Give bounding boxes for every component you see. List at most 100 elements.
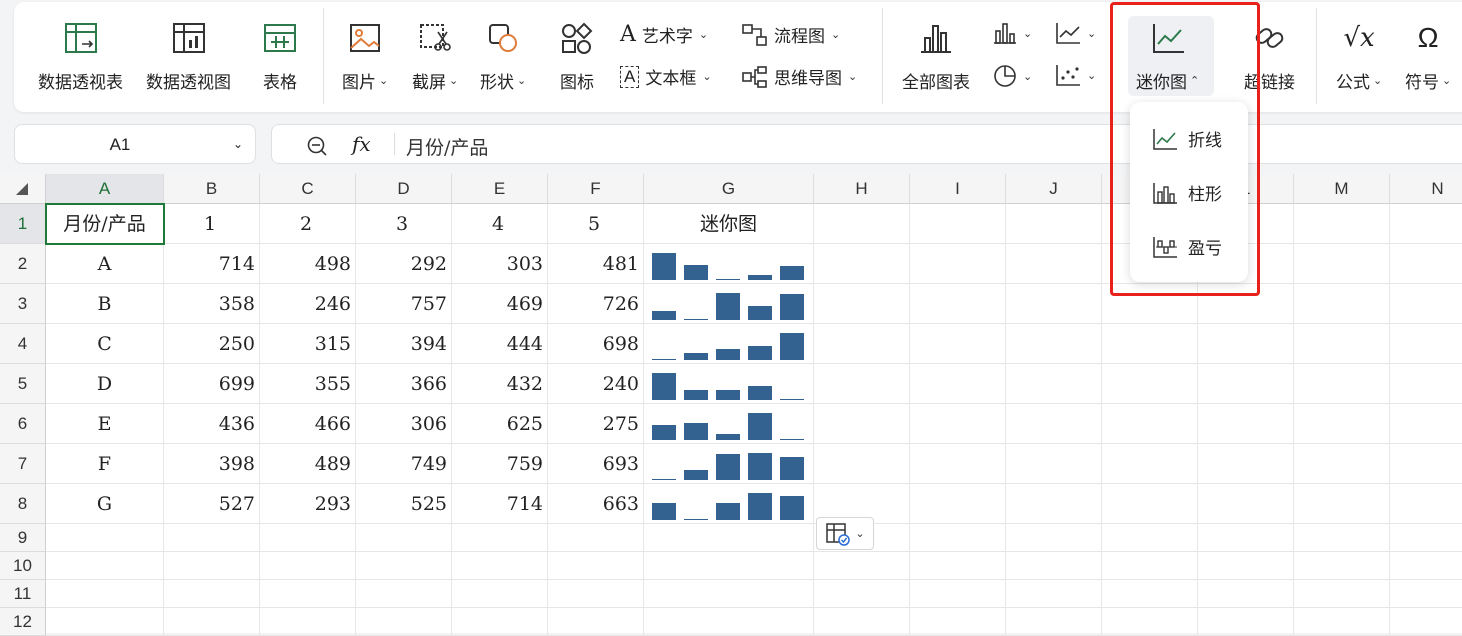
cell[interactable] bbox=[1006, 284, 1102, 324]
cell[interactable] bbox=[814, 444, 910, 484]
pivot-chart-button[interactable]: 数据透视图 bbox=[146, 18, 231, 93]
cell[interactable] bbox=[46, 552, 164, 580]
row-header-11[interactable]: 11 bbox=[0, 580, 46, 608]
cell[interactable] bbox=[644, 552, 814, 580]
cell[interactable] bbox=[1390, 524, 1462, 552]
row-header-6[interactable]: 6 bbox=[0, 404, 46, 444]
column-header-i[interactable]: I bbox=[910, 174, 1006, 204]
cell[interactable]: 3 bbox=[356, 204, 452, 244]
cell[interactable] bbox=[1102, 444, 1198, 484]
column-header-j[interactable]: J bbox=[1006, 174, 1102, 204]
cell[interactable]: 293 bbox=[260, 484, 356, 524]
cell[interactable] bbox=[1390, 324, 1462, 364]
fx-icon[interactable]: fx bbox=[352, 132, 371, 156]
cell[interactable] bbox=[1294, 484, 1390, 524]
column-header-e[interactable]: E bbox=[452, 174, 548, 204]
cell[interactable]: 527 bbox=[164, 484, 260, 524]
column-header-h[interactable]: H bbox=[814, 174, 910, 204]
column-header-f[interactable]: F bbox=[548, 174, 644, 204]
column-header-g[interactable]: G bbox=[644, 174, 814, 204]
cell[interactable] bbox=[356, 608, 452, 636]
cell[interactable] bbox=[1102, 524, 1198, 552]
cell[interactable]: 398 bbox=[164, 444, 260, 484]
cell[interactable] bbox=[1390, 284, 1462, 324]
row-header-7[interactable]: 7 bbox=[0, 444, 46, 484]
cell[interactable]: 240 bbox=[548, 364, 644, 404]
row-header-9[interactable]: 9 bbox=[0, 524, 46, 552]
shape-button[interactable]: 形状 ⌄ bbox=[480, 18, 526, 93]
cell[interactable]: 714 bbox=[164, 244, 260, 284]
cell[interactable] bbox=[1198, 364, 1294, 404]
scatter-chart-button[interactable]: ⌄ bbox=[1055, 64, 1096, 86]
cell[interactable] bbox=[1006, 444, 1102, 484]
formula-input[interactable]: 月份/产品 bbox=[406, 133, 488, 160]
cell[interactable] bbox=[814, 404, 910, 444]
cell[interactable] bbox=[548, 608, 644, 636]
cell[interactable] bbox=[814, 244, 910, 284]
cell[interactable] bbox=[356, 552, 452, 580]
cell[interactable] bbox=[1390, 404, 1462, 444]
cell[interactable] bbox=[1390, 444, 1462, 484]
cell[interactable] bbox=[910, 580, 1006, 608]
cell[interactable] bbox=[164, 524, 260, 552]
cell[interactable] bbox=[1294, 284, 1390, 324]
row-header-12[interactable]: 12 bbox=[0, 608, 46, 636]
cell[interactable] bbox=[1006, 484, 1102, 524]
cell[interactable] bbox=[814, 364, 910, 404]
cell[interactable] bbox=[910, 552, 1006, 580]
cell[interactable] bbox=[1198, 484, 1294, 524]
cell[interactable] bbox=[644, 524, 814, 552]
cell[interactable] bbox=[1006, 364, 1102, 404]
cell[interactable]: 366 bbox=[356, 364, 452, 404]
cell[interactable] bbox=[1006, 204, 1102, 244]
cell[interactable]: 466 bbox=[260, 404, 356, 444]
column-header-n[interactable]: N bbox=[1390, 174, 1462, 204]
cell[interactable]: 4 bbox=[452, 204, 548, 244]
cell[interactable] bbox=[1390, 552, 1462, 580]
cell[interactable] bbox=[1102, 608, 1198, 636]
cell[interactable] bbox=[910, 524, 1006, 552]
cell[interactable] bbox=[1294, 580, 1390, 608]
cell[interactable]: C bbox=[46, 324, 164, 364]
wordart-button[interactable]: A 艺术字 ⌄ bbox=[620, 22, 708, 47]
all-charts-button[interactable]: 全部图表 bbox=[902, 18, 970, 93]
cell[interactable]: 714 bbox=[452, 484, 548, 524]
cell[interactable] bbox=[46, 608, 164, 636]
cell[interactable]: 749 bbox=[356, 444, 452, 484]
cell[interactable]: 250 bbox=[164, 324, 260, 364]
cell[interactable] bbox=[1294, 404, 1390, 444]
cell[interactable]: 5 bbox=[548, 204, 644, 244]
cell[interactable]: E bbox=[46, 404, 164, 444]
cell[interactable] bbox=[1294, 552, 1390, 580]
cell[interactable]: 292 bbox=[356, 244, 452, 284]
cell[interactable]: 525 bbox=[356, 484, 452, 524]
cell[interactable] bbox=[1006, 552, 1102, 580]
cell[interactable]: 498 bbox=[260, 244, 356, 284]
cell[interactable]: 444 bbox=[452, 324, 548, 364]
cell[interactable] bbox=[814, 324, 910, 364]
table-button[interactable]: 表格 bbox=[260, 18, 300, 93]
line-chart-button[interactable]: ⌄ bbox=[1055, 22, 1096, 44]
screenshot-button[interactable]: 截屏 ⌄ bbox=[412, 18, 458, 93]
cell[interactable] bbox=[1198, 580, 1294, 608]
cell[interactable]: 358 bbox=[164, 284, 260, 324]
cell[interactable] bbox=[260, 608, 356, 636]
cell[interactable]: 275 bbox=[548, 404, 644, 444]
cell[interactable]: 757 bbox=[356, 284, 452, 324]
row-header-5[interactable]: 5 bbox=[0, 364, 46, 404]
pivot-table-button[interactable]: 数据透视表 bbox=[38, 18, 123, 93]
cell[interactable]: 693 bbox=[548, 444, 644, 484]
cell[interactable] bbox=[1198, 608, 1294, 636]
cell[interactable] bbox=[910, 364, 1006, 404]
row-header-1[interactable]: 1 bbox=[0, 204, 46, 244]
cell[interactable]: 303 bbox=[452, 244, 548, 284]
cell[interactable]: 2 bbox=[260, 204, 356, 244]
column-header-a[interactable]: A bbox=[46, 174, 164, 204]
cell[interactable] bbox=[1102, 364, 1198, 404]
column-header-b[interactable]: B bbox=[164, 174, 260, 204]
cell[interactable] bbox=[548, 524, 644, 552]
picture-button[interactable]: 图片 ⌄ bbox=[342, 18, 388, 93]
cell[interactable]: 699 bbox=[164, 364, 260, 404]
cell[interactable] bbox=[1198, 524, 1294, 552]
cell[interactable] bbox=[1294, 324, 1390, 364]
